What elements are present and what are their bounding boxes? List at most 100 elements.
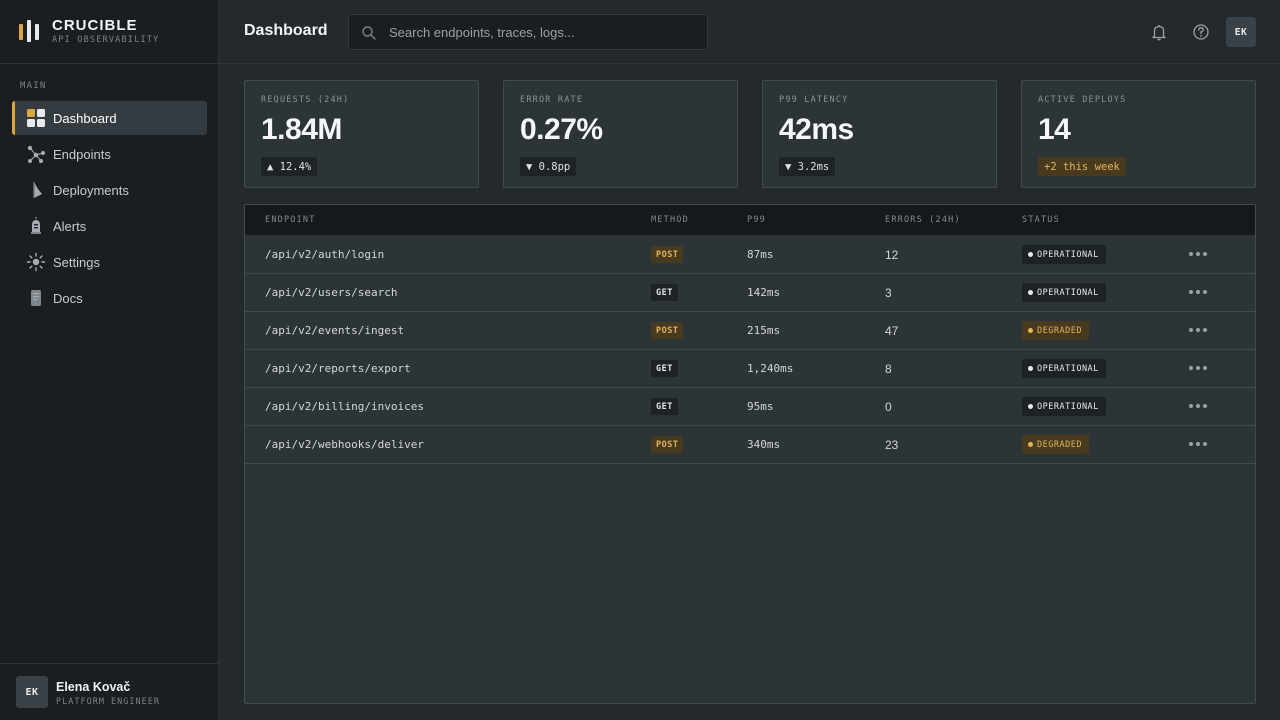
method-badge: POST: [651, 322, 684, 339]
method-badge: GET: [651, 284, 678, 301]
deployments-flag-icon: [26, 180, 46, 200]
more-options-icon[interactable]: [1189, 286, 1207, 298]
sidebar-item-settings[interactable]: Settings: [12, 245, 207, 279]
kpi-card-error-rate: ERROR RATE 0.27% ▼ 0.8pp: [503, 80, 738, 188]
status-badge: OPERATIONAL: [1022, 245, 1106, 264]
kpi-delta: +2 this week: [1038, 157, 1126, 176]
errors-value: 12: [885, 247, 899, 262]
endpoint-path: /api/v2/events/ingest: [265, 324, 405, 337]
column-header-endpoint[interactable]: ENDPOINT: [265, 215, 316, 225]
errors-value: 8: [885, 361, 892, 376]
errors-value: 47: [885, 323, 899, 338]
table-row[interactable]: /api/v2/users/search GET 142ms 3 OPERATIONAL: [245, 274, 1255, 312]
kpi-delta: ▼ 3.2ms: [779, 157, 836, 176]
kpi-delta: ▼ 0.8pp: [520, 157, 577, 176]
method-badge: GET: [651, 398, 678, 415]
sidebar-item-docs[interactable]: Docs: [12, 281, 207, 315]
nav-section-label: MAIN: [20, 81, 47, 91]
bell-icon[interactable]: [1149, 22, 1169, 42]
top-header: Dashboard EK: [220, 0, 1280, 64]
table-row[interactable]: /api/v2/webhooks/deliver POST 340ms 23 DEGRA…: [245, 426, 1255, 464]
endpoint-path: /api/v2/reports/export: [265, 362, 411, 375]
kpi-label: P99 LATENCY: [779, 95, 849, 105]
search-input[interactable]: [389, 15, 699, 49]
user-role: PLATFORM ENGINEER: [56, 697, 160, 707]
status-dot-icon: [1028, 290, 1033, 295]
endpoint-path: /api/v2/billing/invoices: [265, 400, 424, 413]
brand-name: CRUCIBLE: [52, 17, 138, 34]
status-dot-icon: [1028, 404, 1033, 409]
endpoints-network-icon: [26, 144, 46, 164]
table-row[interactable]: /api/v2/billing/invoices GET 95ms 0 OPERATIO…: [245, 388, 1255, 426]
p99-value: 142ms: [747, 286, 781, 299]
column-header-p99[interactable]: P99: [747, 215, 766, 225]
column-header-errors[interactable]: ERRORS (24H): [885, 215, 961, 225]
status-label: DEGRADED: [1037, 439, 1082, 450]
more-options-icon[interactable]: [1189, 324, 1207, 336]
user-profile[interactable]: EK Elena Kovač PLATFORM ENGINEER: [0, 663, 219, 720]
status-badge: OPERATIONAL: [1022, 397, 1106, 416]
kpi-value: 42ms: [779, 113, 854, 146]
sidebar-item-label: Docs: [53, 290, 83, 306]
kpi-card-p99-latency: P99 LATENCY 42ms ▼ 3.2ms: [762, 80, 997, 188]
docs-file-icon: [26, 288, 46, 308]
table-header: ENDPOINT METHOD P99 ERRORS (24H) STATUS: [245, 205, 1255, 235]
status-badge: OPERATIONAL: [1022, 359, 1106, 378]
status-label: OPERATIONAL: [1037, 363, 1099, 374]
status-dot-icon: [1028, 252, 1033, 257]
user-name: Elena Kovač: [56, 680, 131, 694]
table-row[interactable]: /api/v2/auth/login POST 87ms 12 OPERATIONAL: [245, 236, 1255, 274]
kpi-value: 14: [1038, 113, 1071, 146]
kpi-label: REQUESTS (24H): [261, 95, 350, 105]
sidebar: CRUCIBLE API OBSERVABILITY MAIN Dashboar…: [0, 0, 219, 720]
page-title: Dashboard: [244, 22, 328, 39]
kpi-delta: ▲ 12.4%: [261, 157, 318, 176]
more-options-icon[interactable]: [1189, 248, 1207, 260]
status-label: OPERATIONAL: [1037, 401, 1099, 412]
sidebar-item-dashboard[interactable]: Dashboard: [12, 101, 207, 135]
status-dot-icon: [1028, 366, 1033, 371]
column-header-method[interactable]: METHOD: [651, 215, 689, 225]
sidebar-item-deployments[interactable]: Deployments: [12, 173, 207, 207]
dashboard-grid-icon: [26, 108, 46, 128]
more-options-icon[interactable]: [1189, 362, 1207, 374]
kpi-card-active-deploys: ACTIVE DEPLOYS 14 +2 this week: [1021, 80, 1256, 188]
table-row[interactable]: /api/v2/reports/export GET 1,240ms 8 OPERATI…: [245, 350, 1255, 388]
kpi-card-requests: REQUESTS (24H) 1.84M ▲ 12.4%: [244, 80, 479, 188]
sidebar-item-label: Dashboard: [53, 110, 117, 126]
kpi-value: 1.84M: [261, 113, 342, 146]
sidebar-nav: Dashboard Endpoints Deployments Alerts S…: [12, 101, 207, 317]
help-icon[interactable]: [1191, 22, 1211, 42]
sidebar-item-alerts[interactable]: Alerts: [12, 209, 207, 243]
method-badge: POST: [651, 436, 684, 453]
errors-value: 0: [885, 399, 892, 414]
p99-value: 215ms: [747, 324, 781, 337]
p99-value: 340ms: [747, 438, 781, 451]
status-dot-icon: [1028, 442, 1033, 447]
column-header-status[interactable]: STATUS: [1022, 215, 1060, 225]
errors-value: 3: [885, 285, 892, 300]
status-dot-icon: [1028, 328, 1033, 333]
kpi-label: ERROR RATE: [520, 95, 584, 105]
kpi-label: ACTIVE DEPLOYS: [1038, 95, 1127, 105]
endpoint-path: /api/v2/users/search: [265, 286, 398, 299]
sidebar-item-endpoints[interactable]: Endpoints: [12, 137, 207, 171]
sidebar-item-label: Settings: [53, 254, 100, 270]
endpoint-path: /api/v2/auth/login: [265, 248, 385, 261]
status-badge: DEGRADED: [1022, 321, 1089, 340]
brand: CRUCIBLE API OBSERVABILITY: [0, 0, 219, 64]
sidebar-item-label: Deployments: [53, 182, 129, 198]
table-row[interactable]: /api/v2/events/ingest POST 215ms 47 DEGRADED: [245, 312, 1255, 350]
more-options-icon[interactable]: [1189, 400, 1207, 412]
status-badge: OPERATIONAL: [1022, 283, 1106, 302]
search-box[interactable]: [348, 14, 708, 50]
alerts-siren-icon: [26, 216, 46, 236]
status-badge: DEGRADED: [1022, 435, 1089, 454]
sidebar-item-label: Endpoints: [53, 146, 111, 162]
p99-value: 1,240ms: [747, 362, 794, 375]
more-options-icon[interactable]: [1189, 438, 1207, 450]
sidebar-item-label: Alerts: [53, 218, 87, 234]
errors-value: 23: [885, 437, 899, 452]
endpoints-table: ENDPOINT METHOD P99 ERRORS (24H) STATUS …: [244, 204, 1256, 704]
header-avatar[interactable]: EK: [1226, 17, 1256, 47]
